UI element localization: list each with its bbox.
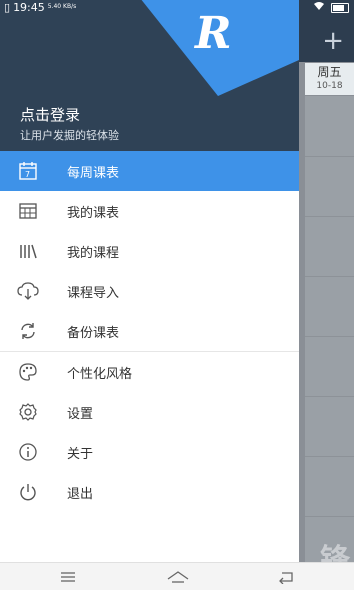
status-bar: ▯ 19:45 5.40 KB/s (0, 0, 354, 14)
drawer-header[interactable]: R 点击登录 让用户发掘的轻体验 (0, 0, 299, 151)
svg-text:7: 7 (25, 170, 30, 179)
grid-line (305, 396, 354, 397)
menu-item-backup-timetable[interactable]: 备份课表 (0, 311, 299, 351)
menu-item-import-courses[interactable]: 课程导入 (0, 271, 299, 311)
sim-icon: ▯ (4, 0, 11, 14)
system-nav-bar (0, 562, 354, 590)
menu-icon[interactable] (58, 569, 82, 585)
day-name: 周五 (317, 65, 342, 79)
menu-item-label: 个性化风格 (67, 366, 133, 382)
grid-line (305, 336, 354, 337)
menu-item-about[interactable]: 关于 (0, 432, 299, 472)
menu-item-label: 我的课表 (67, 205, 120, 221)
day-column-header: 周五 10-18 (305, 63, 354, 95)
menu-item-personalization[interactable]: 个性化风格 (0, 352, 299, 392)
login-title[interactable]: 点击登录 (20, 104, 80, 125)
sync-icon (17, 320, 39, 342)
menu-item-label: 备份课表 (67, 325, 120, 341)
palette-icon (17, 361, 39, 383)
menu-item-label: 退出 (67, 486, 94, 502)
home-icon[interactable] (166, 569, 190, 585)
menu-item-my-courses[interactable]: 我的课程 (0, 231, 299, 271)
grid-line (305, 516, 354, 517)
menu-item-weekly-schedule[interactable]: 7 每周课表 (0, 151, 299, 191)
gear-icon (17, 401, 39, 423)
back-icon[interactable] (276, 569, 300, 585)
table-icon (17, 200, 39, 222)
timetable-column (305, 96, 354, 566)
menu-item-label: 每周课表 (67, 165, 120, 181)
menu-item-my-timetable[interactable]: 我的课表 (0, 191, 299, 231)
grid-line (305, 276, 354, 277)
drawer-menu: 7 每周课表 我的课表 我的课程 课程导入 备份课表 个性化风格 设置 关于 退… (0, 151, 299, 512)
login-subtitle: 让用户发掘的轻体验 (20, 129, 119, 142)
network-speed: 5.40 KB/s (47, 3, 77, 10)
logo-letter: R (195, 8, 232, 59)
add-icon[interactable]: + (322, 28, 344, 54)
cloud-download-icon (17, 280, 39, 302)
status-time: 19:45 (13, 0, 45, 14)
grid-line (305, 456, 354, 457)
info-icon (17, 441, 39, 463)
menu-item-settings[interactable]: 设置 (0, 392, 299, 432)
battery-icon (331, 2, 349, 13)
menu-item-label: 设置 (67, 406, 94, 422)
menu-item-label: 关于 (67, 446, 94, 462)
navigation-drawer: R 点击登录 让用户发掘的轻体验 7 每周课表 我的课表 我的课程 课程导入 备… (0, 0, 299, 562)
grid-line (305, 156, 354, 157)
wifi-icon (313, 1, 325, 14)
menu-item-logout[interactable]: 退出 (0, 472, 299, 512)
calendar-icon: 7 (17, 160, 39, 182)
menu-item-label: 课程导入 (67, 285, 120, 301)
power-icon (17, 481, 39, 503)
grid-line (305, 216, 354, 217)
books-icon (17, 240, 39, 262)
menu-item-label: 我的课程 (67, 245, 120, 261)
day-date: 10-18 (316, 81, 343, 91)
